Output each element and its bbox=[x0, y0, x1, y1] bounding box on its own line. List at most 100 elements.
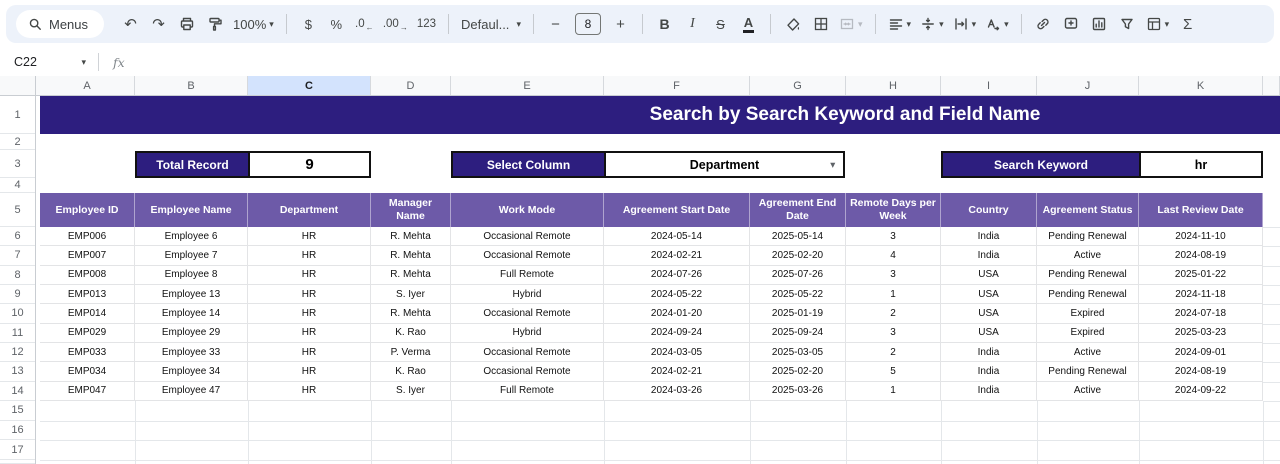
table-cell[interactable]: 2025-09-24 bbox=[750, 323, 846, 343]
redo-button[interactable]: ↷ bbox=[145, 11, 172, 37]
table-cell[interactable]: 2024-01-20 bbox=[604, 304, 750, 324]
table-cell[interactable]: 2024-07-18 bbox=[1139, 304, 1263, 324]
format-percent-button[interactable]: % bbox=[323, 11, 350, 37]
column-header-h[interactable]: H bbox=[846, 76, 941, 95]
table-views-button[interactable]: ▾ bbox=[1142, 11, 1174, 37]
table-cell[interactable]: India bbox=[941, 246, 1037, 266]
table-cell[interactable]: Employee 29 bbox=[135, 323, 248, 343]
table-cell[interactable]: Occasional Remote bbox=[451, 246, 604, 266]
table-cell[interactable]: EMP029 bbox=[40, 323, 135, 343]
table-cell[interactable]: EMP006 bbox=[40, 227, 135, 247]
table-cell[interactable]: USA bbox=[941, 265, 1037, 285]
text-wrap-button[interactable]: ▾ bbox=[949, 11, 981, 37]
insert-chart-button[interactable] bbox=[1086, 11, 1113, 37]
row-header-13[interactable]: 13 bbox=[0, 362, 35, 382]
table-cell[interactable]: 2025-02-20 bbox=[750, 362, 846, 382]
table-cell[interactable]: USA bbox=[941, 304, 1037, 324]
table-cell[interactable]: 5 bbox=[846, 362, 941, 382]
table-cell[interactable]: Occasional Remote bbox=[451, 362, 604, 382]
column-header-k[interactable]: K bbox=[1139, 76, 1263, 95]
table-cell[interactable]: HR bbox=[248, 284, 371, 305]
table-header-cell[interactable]: Employee ID bbox=[40, 193, 135, 227]
table-cell[interactable]: India bbox=[941, 381, 1037, 401]
increase-decimal-button[interactable]: .00 → bbox=[379, 11, 412, 37]
row-header-9[interactable]: 9 bbox=[0, 285, 35, 305]
text-color-button[interactable]: A bbox=[735, 11, 762, 37]
table-cell[interactable]: EMP014 bbox=[40, 304, 135, 324]
table-cell[interactable]: 2025-03-05 bbox=[750, 342, 846, 363]
table-cell[interactable]: 2 bbox=[846, 304, 941, 324]
column-header-j[interactable]: J bbox=[1037, 76, 1139, 95]
search-keyword-value-cell[interactable]: hr bbox=[1141, 153, 1261, 176]
strikethrough-button[interactable]: S bbox=[707, 11, 734, 37]
table-header-cell[interactable]: Manager Name bbox=[371, 193, 451, 227]
row-header-3[interactable]: 3 bbox=[0, 150, 35, 178]
table-cell[interactable]: EMP047 bbox=[40, 381, 135, 401]
table-cell[interactable]: Pending Renewal bbox=[1037, 362, 1139, 382]
table-cell[interactable]: 1 bbox=[846, 284, 941, 305]
table-cell[interactable]: Pending Renewal bbox=[1037, 265, 1139, 285]
table-cell[interactable]: Employee 6 bbox=[135, 227, 248, 247]
table-cell[interactable]: 2025-01-19 bbox=[750, 304, 846, 324]
column-header-f[interactable]: F bbox=[604, 76, 750, 95]
table-cell[interactable]: 2024-11-10 bbox=[1139, 227, 1263, 247]
table-cell[interactable]: 3 bbox=[846, 227, 941, 247]
table-cell[interactable]: USA bbox=[941, 323, 1037, 343]
name-box[interactable]: C22 ▾ bbox=[0, 55, 96, 69]
row-header-17[interactable]: 17 bbox=[0, 440, 35, 460]
row-header-6[interactable]: 6 bbox=[0, 227, 35, 247]
table-cell[interactable]: India bbox=[941, 362, 1037, 382]
column-header-i[interactable]: I bbox=[941, 76, 1037, 95]
table-cell[interactable]: R. Mehta bbox=[371, 265, 451, 285]
table-cell[interactable]: 2024-05-22 bbox=[604, 284, 750, 305]
zoom-select[interactable]: 100% ▾ bbox=[229, 11, 278, 37]
table-cell[interactable]: P. Verma bbox=[371, 342, 451, 363]
create-filter-button[interactable] bbox=[1114, 11, 1141, 37]
row-header-2[interactable]: 2 bbox=[0, 134, 35, 150]
table-cell[interactable]: 2024-03-05 bbox=[604, 342, 750, 363]
total-record-value-cell[interactable]: 9 bbox=[250, 153, 369, 176]
table-cell[interactable]: 3 bbox=[846, 323, 941, 343]
table-header-cell[interactable]: Country bbox=[941, 193, 1037, 227]
font-size-input[interactable]: 8 bbox=[575, 13, 601, 35]
table-cell[interactable]: Hybrid bbox=[451, 323, 604, 343]
table-cell[interactable]: Expired bbox=[1037, 304, 1139, 324]
table-cell[interactable]: EMP008 bbox=[40, 265, 135, 285]
table-cell[interactable]: Employee 8 bbox=[135, 265, 248, 285]
table-cell[interactable]: 1 bbox=[846, 381, 941, 401]
functions-button[interactable]: Σ bbox=[1174, 11, 1201, 37]
table-cell[interactable]: 2024-02-21 bbox=[604, 246, 750, 266]
select-column-dropdown[interactable]: Department ▾ bbox=[606, 153, 843, 176]
paint-format-button[interactable] bbox=[201, 11, 228, 37]
table-cell[interactable]: 2025-02-20 bbox=[750, 246, 846, 266]
column-header-b[interactable]: B bbox=[135, 76, 248, 95]
table-header-cell[interactable]: Work Mode bbox=[451, 193, 604, 227]
table-cell[interactable]: 2024-03-26 bbox=[604, 381, 750, 401]
table-cell[interactable]: USA bbox=[941, 284, 1037, 305]
row-header-4[interactable]: 4 bbox=[0, 178, 35, 193]
row-header-15[interactable]: 15 bbox=[0, 401, 35, 421]
table-cell[interactable]: India bbox=[941, 342, 1037, 363]
table-cell[interactable]: Employee 13 bbox=[135, 284, 248, 305]
insert-comment-button[interactable] bbox=[1058, 11, 1085, 37]
table-cell[interactable]: R. Mehta bbox=[371, 227, 451, 247]
table-cell[interactable]: 2 bbox=[846, 342, 941, 363]
table-header-cell[interactable]: Last Review Date bbox=[1139, 193, 1263, 227]
table-cell[interactable]: EMP034 bbox=[40, 362, 135, 382]
table-cell[interactable]: 2024-08-19 bbox=[1139, 246, 1263, 266]
table-cell[interactable]: Active bbox=[1037, 381, 1139, 401]
vertical-align-button[interactable]: ▾ bbox=[916, 11, 948, 37]
print-button[interactable] bbox=[173, 11, 200, 37]
table-cell[interactable]: K. Rao bbox=[371, 362, 451, 382]
column-header-d[interactable]: D bbox=[371, 76, 451, 95]
font-select[interactable]: Defaul... ▾ bbox=[457, 11, 525, 37]
table-cell[interactable]: India bbox=[941, 227, 1037, 247]
table-cell[interactable]: 2024-09-24 bbox=[604, 323, 750, 343]
undo-button[interactable]: ↶ bbox=[117, 11, 144, 37]
table-cell[interactable]: HR bbox=[248, 381, 371, 401]
table-header-cell[interactable]: Department bbox=[248, 193, 371, 227]
table-header-cell[interactable]: Agreement Start Date bbox=[604, 193, 750, 227]
table-cell[interactable]: Employee 14 bbox=[135, 304, 248, 324]
table-cell[interactable]: 2025-05-22 bbox=[750, 284, 846, 305]
table-cell[interactable]: Employee 33 bbox=[135, 342, 248, 363]
